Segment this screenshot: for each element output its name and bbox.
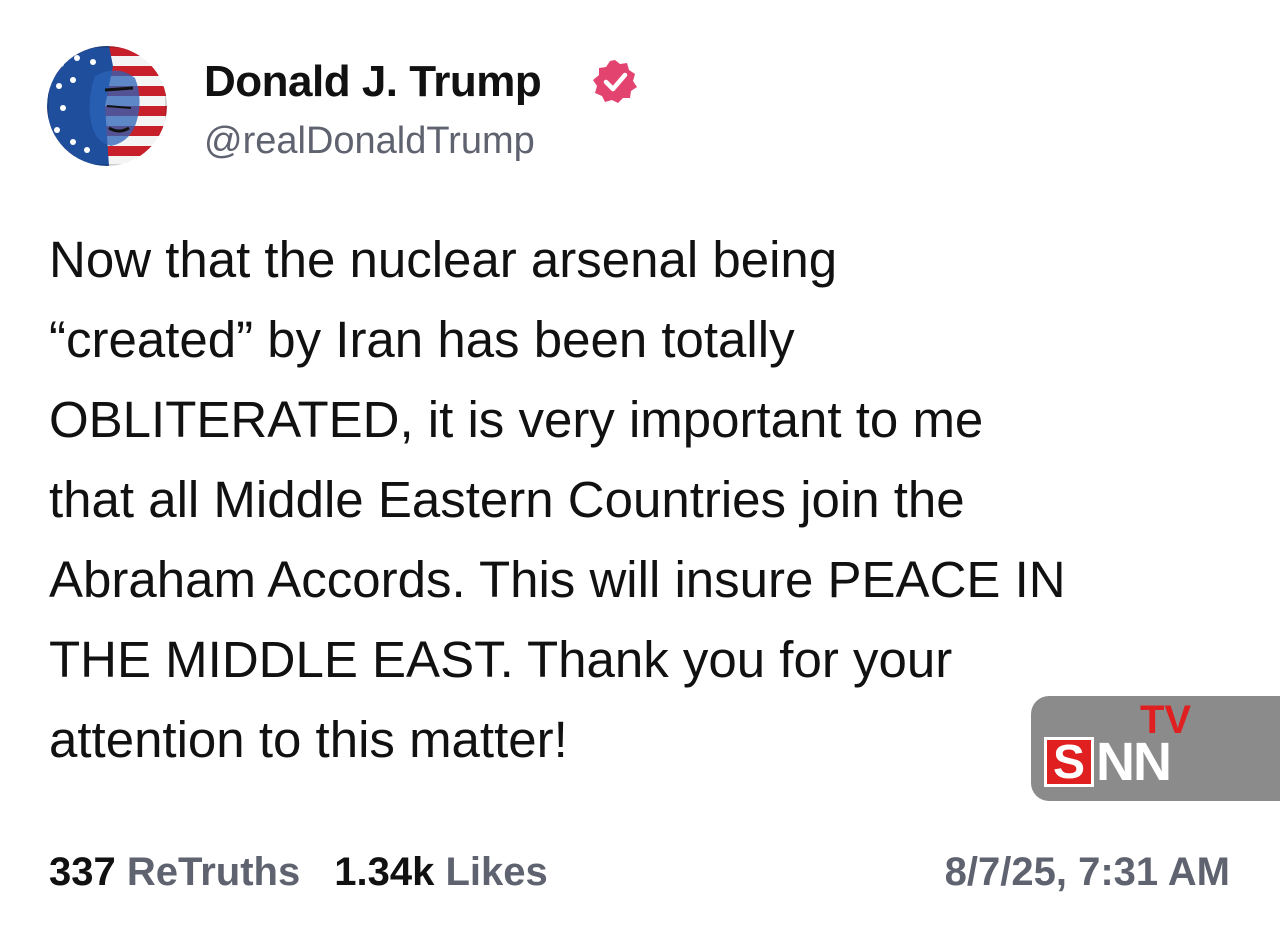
post-text-line: Abraham Accords. This will insure PEACE … bbox=[49, 551, 1066, 608]
avatar-flag-portrait-icon bbox=[47, 46, 167, 166]
retruths-stat[interactable]: 337 ReTruths bbox=[49, 846, 300, 898]
author-avatar[interactable] bbox=[47, 46, 167, 166]
retruths-label: ReTruths bbox=[126, 850, 301, 894]
post-text-line: that all Middle Eastern Countries join t… bbox=[49, 471, 965, 528]
retruths-count: 337 bbox=[49, 850, 116, 894]
watermark-s-letter: S bbox=[1044, 737, 1094, 787]
post-text-line: Now that the nuclear arsenal being bbox=[49, 231, 838, 288]
likes-count: 1.34k bbox=[334, 850, 435, 894]
author-name[interactable]: Donald J. Trump bbox=[204, 56, 542, 108]
verified-badge-icon bbox=[591, 58, 639, 106]
watermark-nn-text: NN bbox=[1096, 732, 1172, 792]
post-stats: 337 ReTruths 1.34k Likes bbox=[49, 846, 582, 898]
author-handle[interactable]: @realDonaldTrump bbox=[204, 118, 535, 164]
likes-label: Likes bbox=[445, 850, 548, 894]
post-text-line: OBLITERATED, it is very important to me bbox=[49, 391, 984, 448]
likes-stat[interactable]: 1.34k Likes bbox=[334, 846, 548, 898]
truth-post: Donald J. Trump @realDonaldTrump Now tha… bbox=[0, 0, 1280, 947]
post-text-line: “created” by Iran has been totally bbox=[49, 311, 795, 368]
post-timestamp[interactable]: 8/7/25, 7:31 AM bbox=[945, 846, 1230, 898]
post-text-line: THE MIDDLE EAST. Thank you for your bbox=[49, 631, 953, 688]
